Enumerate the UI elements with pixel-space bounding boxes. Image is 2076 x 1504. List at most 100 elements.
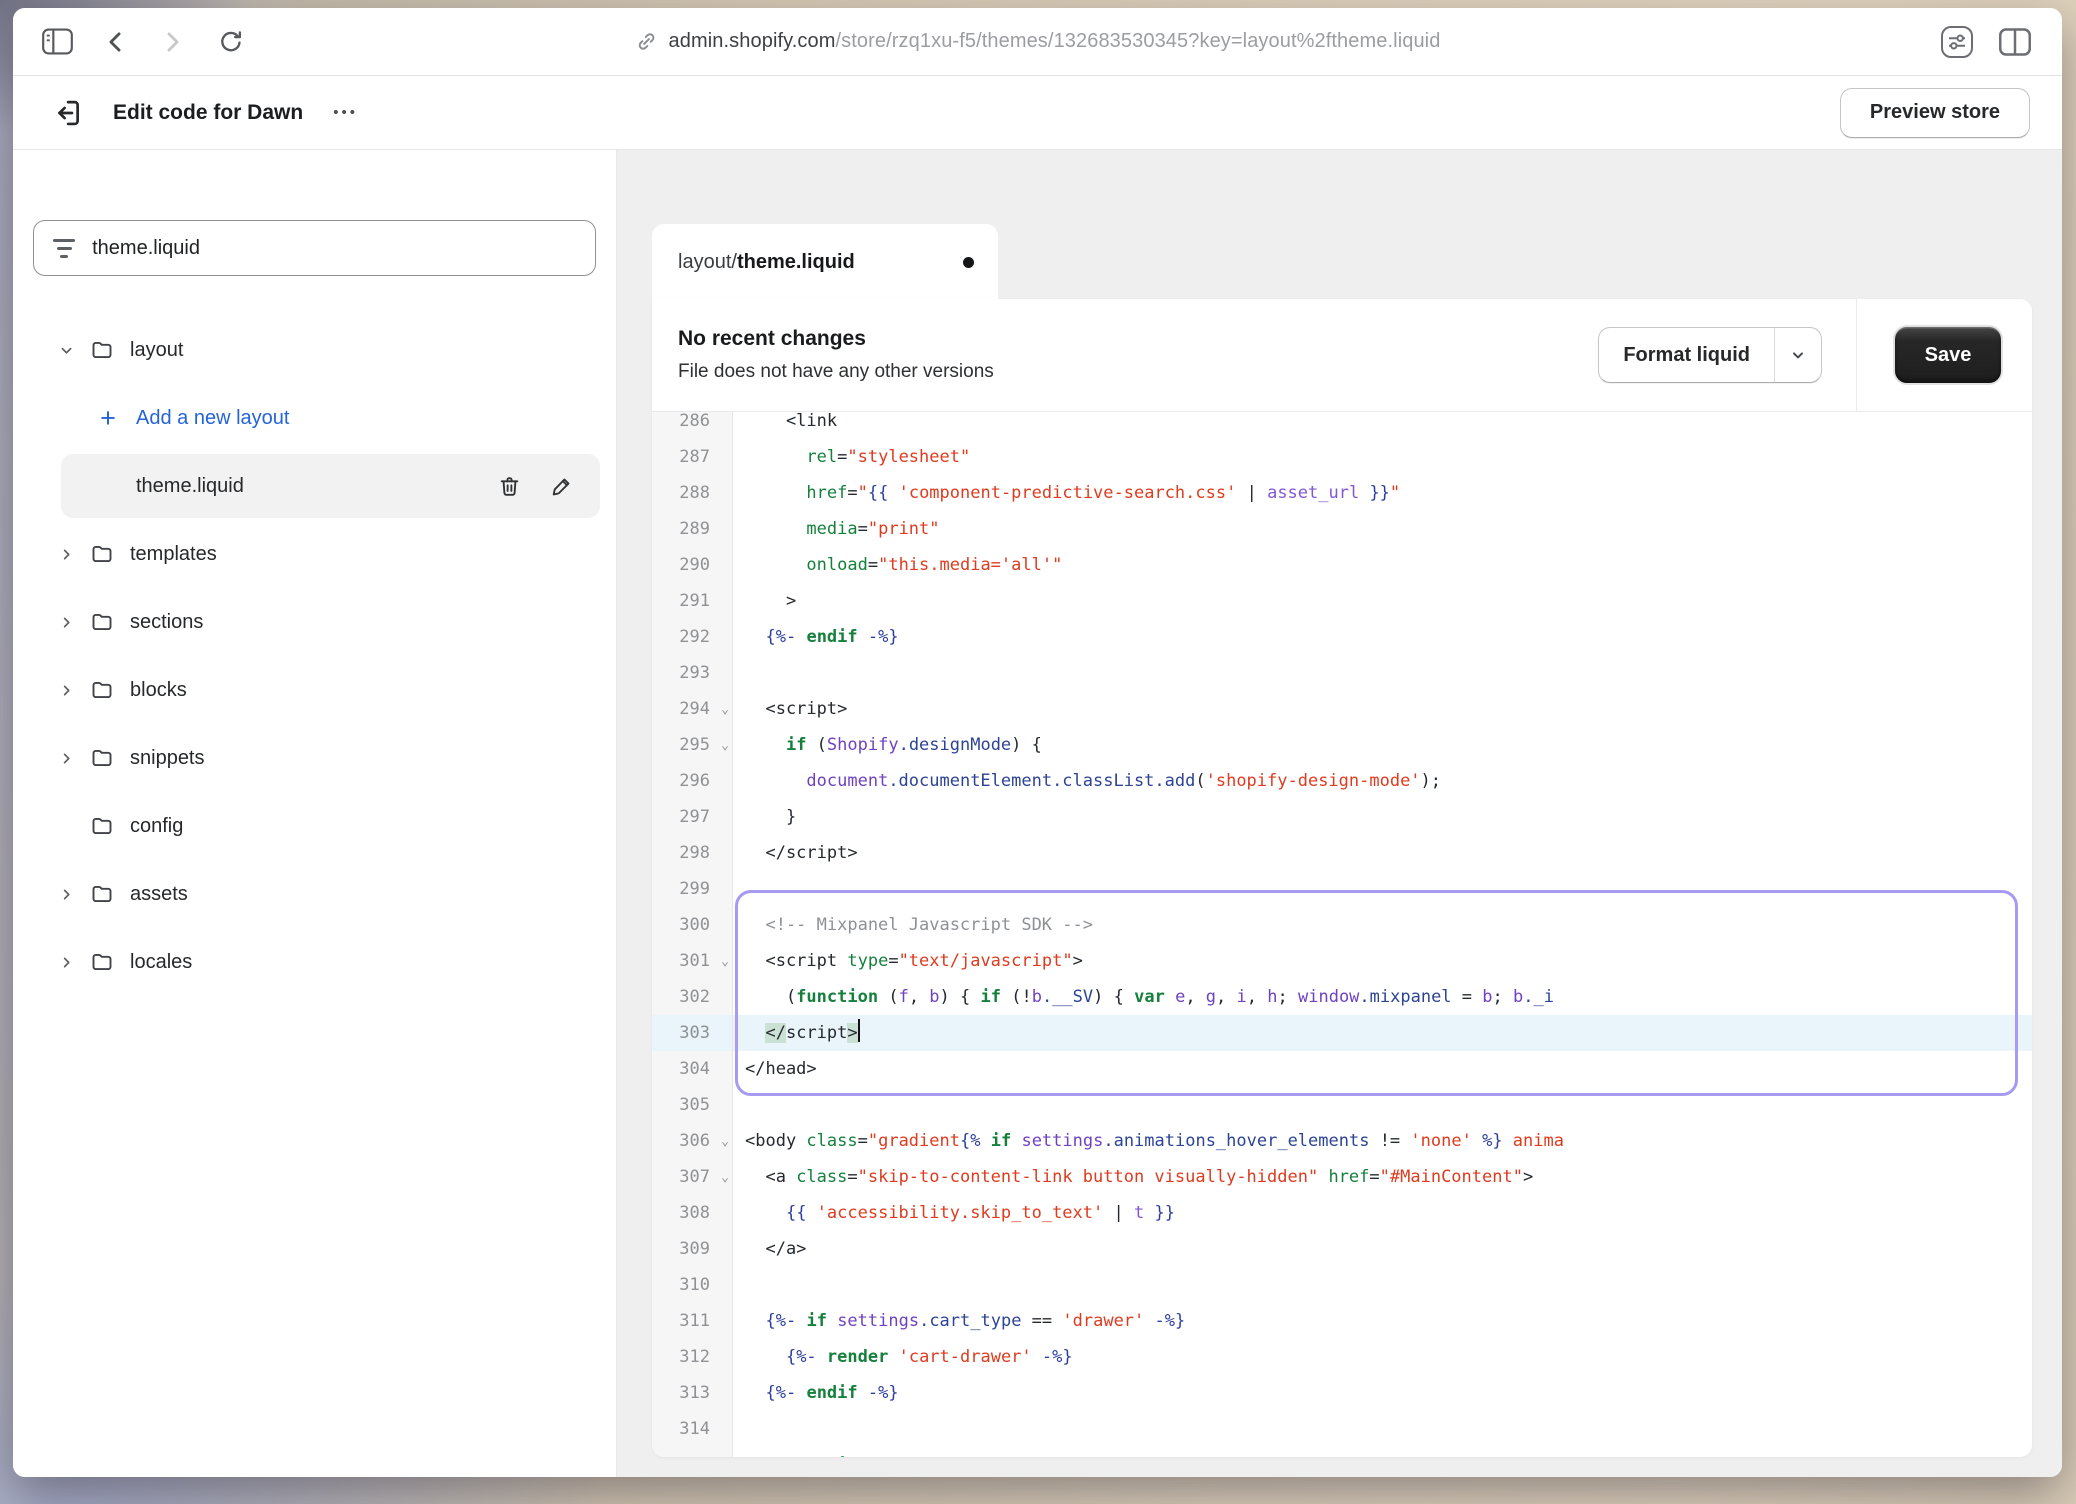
sidebar-item-label: config [130, 815, 183, 838]
editor-area: layout/theme.liquid No recent changes Fi… [617, 150, 2062, 1477]
sidebar-item-templates[interactable]: templates [13, 520, 616, 588]
chevron-right-icon[interactable] [51, 683, 81, 698]
code-line[interactable]: 292 {%- endif -%} [652, 619, 2032, 655]
sidebar-item-assets[interactable]: assets [13, 860, 616, 928]
fold-chevron-icon[interactable]: ⌄ [721, 728, 729, 764]
unsaved-changes-dot [963, 257, 974, 268]
format-liquid-split-button: Format liquid [1598, 327, 1822, 383]
delete-file-icon[interactable] [497, 474, 522, 499]
code-line[interactable]: 308 {{ 'accessibility.skip_to_text' | t … [652, 1195, 2032, 1231]
code-line[interactable]: 310 [652, 1267, 2032, 1303]
chevron-right-icon[interactable] [51, 547, 81, 562]
editor-toolbar: No recent changes File does not have any… [652, 299, 2032, 412]
line-number: 287 [652, 439, 733, 475]
code-line[interactable]: 303 </script> [652, 1015, 2032, 1051]
save-button[interactable]: Save [1895, 327, 2001, 383]
folder-icon [87, 746, 117, 770]
code-line[interactable]: 306⌄<body class="gradient{% if settings.… [652, 1123, 2032, 1159]
code-line[interactable]: 291 > [652, 583, 2032, 619]
code-line[interactable]: 302 (function (f, b) { if (!b.__SV) { va… [652, 979, 2032, 1015]
page-settings-icon[interactable] [1940, 25, 1974, 59]
code-line[interactable]: 295⌄ if (Shopify.designMode) { [652, 727, 2032, 763]
code-line[interactable]: 298 </script> [652, 835, 2032, 871]
preview-store-button[interactable]: Preview store [1840, 88, 2030, 138]
code-line[interactable]: 305 [652, 1087, 2032, 1123]
sidebar-item-blocks[interactable]: blocks [13, 656, 616, 724]
sidebar-item-add-new-layout[interactable]: +Add a new layout [13, 384, 616, 452]
line-number: 312 [652, 1339, 733, 1375]
exit-editor-icon[interactable] [47, 93, 87, 133]
url-path: /store/rzq1xu-f5/themes/132683530345?key… [836, 30, 1441, 52]
code-line[interactable]: 294⌄ <script> [652, 691, 2032, 727]
code-line[interactable]: 304</head> [652, 1051, 2032, 1087]
code-line[interactable]: 299 [652, 871, 2032, 907]
folder-icon [87, 882, 117, 906]
code-line[interactable]: 300 <!-- Mixpanel Javascript SDK --> [652, 907, 2032, 943]
line-number: 290 [652, 547, 733, 583]
line-number: 293 [652, 655, 733, 691]
fold-chevron-icon[interactable]: ⌄ [721, 944, 729, 980]
line-number: 298 [652, 835, 733, 871]
sidebar-item-label: sections [130, 611, 203, 634]
code-line[interactable]: 288 href="{{ 'component-predictive-searc… [652, 475, 2032, 511]
plus-icon: + [93, 408, 123, 428]
code-line[interactable]: 290 onload="this.media='all'" [652, 547, 2032, 583]
folder-icon [87, 814, 117, 838]
code-line[interactable]: 312 {%- render 'cart-drawer' -%} [652, 1339, 2032, 1375]
format-options-chevron[interactable] [1774, 328, 1821, 382]
split-view-icon[interactable] [1998, 25, 2032, 59]
chevron-right-icon[interactable] [51, 615, 81, 630]
line-number: 297 [652, 799, 733, 835]
tab-file-name: theme.liquid [737, 251, 855, 274]
fold-chevron-icon[interactable]: ⌄ [721, 1124, 729, 1160]
fold-chevron-icon[interactable]: ⌄ [721, 692, 729, 728]
line-number: 295⌄ [652, 727, 733, 763]
fold-chevron-icon[interactable]: ⌄ [721, 1160, 729, 1196]
line-number: 306⌄ [652, 1123, 733, 1159]
sidebar-item-locales[interactable]: locales [13, 928, 616, 996]
reload-icon[interactable] [214, 25, 248, 59]
line-number: 288 [652, 475, 733, 511]
code-line[interactable]: 289 media="print" [652, 511, 2032, 547]
code-line[interactable]: 301⌄ <script type="text/javascript"> [652, 943, 2032, 979]
back-icon[interactable] [98, 25, 132, 59]
format-liquid-button[interactable]: Format liquid [1599, 328, 1774, 382]
more-actions-icon[interactable]: ••• [333, 104, 358, 121]
code-line[interactable]: 293 [652, 655, 2032, 691]
code-line[interactable]: 309 </a> [652, 1231, 2032, 1267]
chevron-down-icon[interactable] [51, 343, 81, 358]
sidebar-item-label: layout [130, 339, 183, 362]
rename-file-icon[interactable] [549, 474, 574, 499]
sidebar-item-sections[interactable]: sections [13, 588, 616, 656]
editor-card: No recent changes File does not have any… [652, 299, 2032, 1457]
code-line[interactable]: 314 [652, 1411, 2032, 1447]
line-number: 308 [652, 1195, 733, 1231]
search-input[interactable] [90, 236, 576, 261]
code-line[interactable]: 296 document.documentElement.classList.a… [652, 763, 2032, 799]
code-line[interactable]: 297 } [652, 799, 2032, 835]
forward-icon[interactable] [156, 25, 190, 59]
code-editor[interactable]: 286 <link287 rel="stylesheet"288 href="{… [652, 412, 2032, 1457]
file-search[interactable] [33, 220, 596, 276]
code-line[interactable]: 286 <link [652, 412, 2032, 439]
line-number: 311 [652, 1303, 733, 1339]
chevron-right-icon[interactable] [51, 751, 81, 766]
version-status-subtext: File does not have any other versions [678, 361, 1598, 383]
code-line[interactable]: 307⌄ <a class="skip-to-content-link butt… [652, 1159, 2032, 1195]
chevron-right-icon[interactable] [51, 887, 81, 902]
sidebar-item-config[interactable]: config [13, 792, 616, 860]
address-bar[interactable]: admin.shopify.com/store/rzq1xu-f5/themes… [635, 30, 1441, 53]
code-line[interactable]: 287 rel="stylesheet" [652, 439, 2032, 475]
code-line[interactable]: 315 {% sections 'header-group' %} [652, 1447, 2032, 1457]
sidebar-item-theme-liquid[interactable]: theme.liquid [13, 452, 616, 520]
file-tab[interactable]: layout/theme.liquid [652, 224, 998, 300]
tab-path-prefix: layout/ [678, 251, 737, 274]
code-line[interactable]: 311 {%- if settings.cart_type == 'drawer… [652, 1303, 2032, 1339]
sidebar-toggle-icon[interactable] [40, 25, 74, 59]
code-line[interactable]: 313 {%- endif -%} [652, 1375, 2032, 1411]
sidebar-item-layout[interactable]: layout [13, 316, 616, 384]
line-number: 309 [652, 1231, 733, 1267]
line-number: 302 [652, 979, 733, 1015]
chevron-right-icon[interactable] [51, 955, 81, 970]
sidebar-item-snippets[interactable]: snippets [13, 724, 616, 792]
